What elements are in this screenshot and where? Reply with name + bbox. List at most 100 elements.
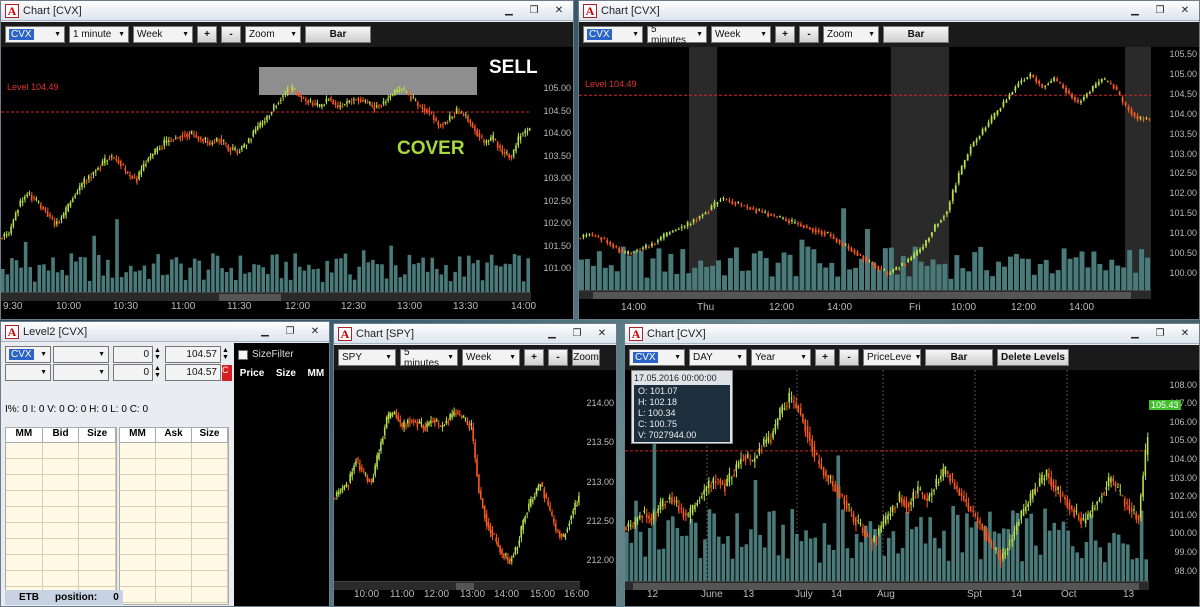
column-header[interactable]: Size <box>276 368 296 379</box>
table-row[interactable] <box>120 555 228 571</box>
horizontal-scrollbar[interactable] <box>1 292 531 301</box>
title-bar[interactable]: A Level2 [CVX] ▁ ❐ ✕ <box>1 322 329 342</box>
column-header[interactable]: Bid <box>43 428 80 442</box>
range-select[interactable]: Week ▼ <box>462 349 520 366</box>
horizontal-scrollbar[interactable] <box>334 581 580 590</box>
column-header[interactable]: MM <box>308 368 325 379</box>
zoom-in-button[interactable]: + <box>815 349 835 366</box>
ask-table[interactable]: MM Ask Size <box>119 427 229 605</box>
price-spinner-icon[interactable]: ▲ ▼ <box>222 347 229 361</box>
table-row[interactable] <box>6 523 117 539</box>
zoom-out-button[interactable]: - <box>221 26 241 43</box>
volume-field-1[interactable]: 0 <box>113 346 153 363</box>
symbol-select[interactable]: CVX ▼ <box>5 26 65 43</box>
table-row[interactable] <box>120 571 228 587</box>
scrollbar-thumb[interactable] <box>456 583 474 590</box>
maximize-icon[interactable]: ❐ <box>523 4 545 18</box>
table-row[interactable] <box>120 475 228 491</box>
close-icon[interactable]: ✕ <box>548 4 570 18</box>
zoom-button[interactable]: Zoom <box>572 349 600 366</box>
zoom-in-button[interactable]: + <box>775 26 795 43</box>
close-icon[interactable]: ✕ <box>304 325 326 339</box>
price-chart[interactable]: Level 104.49 105.00 104.50 104.00 103.50 103… <box>1 47 573 319</box>
volume-field-2[interactable]: 0 <box>113 364 153 381</box>
title-bar[interactable]: A Chart [CVX] ▁ ❐ ✕ <box>625 324 1199 344</box>
table-row[interactable] <box>120 539 228 555</box>
table-row[interactable] <box>6 475 117 491</box>
zoom-out-button[interactable]: - <box>799 26 819 43</box>
table-row[interactable] <box>6 555 117 571</box>
range-select[interactable]: Year ▼ <box>751 349 811 366</box>
maximize-icon[interactable]: ❐ <box>566 327 588 341</box>
interval-select[interactable]: 1 minute ▼ <box>69 26 129 43</box>
horizontal-scrollbar[interactable] <box>579 290 1151 299</box>
table-row[interactable] <box>6 507 117 523</box>
table-row[interactable] <box>120 523 228 539</box>
symbol-select[interactable]: CVX ▼ <box>629 349 685 366</box>
zoom-in-button[interactable]: + <box>197 26 217 43</box>
minimize-icon[interactable]: ▁ <box>541 327 563 341</box>
minimize-icon[interactable]: ▁ <box>254 325 276 339</box>
exchange-select[interactable]: ▼ <box>53 346 109 363</box>
table-row[interactable] <box>120 507 228 523</box>
sizefilter-checkbox[interactable] <box>238 350 248 360</box>
table-row[interactable] <box>120 491 228 507</box>
column-header[interactable]: Size <box>79 428 117 442</box>
symbol-select[interactable]: CVX ▼ <box>5 346 51 363</box>
table-row[interactable] <box>120 443 228 459</box>
scrollbar-thumb[interactable] <box>593 292 1131 299</box>
column-header[interactable]: Price <box>240 368 264 379</box>
table-row[interactable] <box>6 491 117 507</box>
close-icon[interactable]: ✕ <box>591 327 613 341</box>
column-header[interactable]: MM <box>120 428 156 442</box>
minimize-icon[interactable]: ▁ <box>1124 4 1146 18</box>
table-row[interactable] <box>6 443 117 459</box>
zoom-in-button[interactable]: + <box>524 349 544 366</box>
interval-select[interactable]: DAY ▼ <box>689 349 747 366</box>
title-bar[interactable]: A Chart [SPY] ▁ ❐ ✕ <box>334 324 616 344</box>
cancel-order-button[interactable]: C <box>222 365 232 381</box>
range-select[interactable]: Week ▼ <box>133 26 193 43</box>
interval-select[interactable]: 5 minutes ▼ <box>647 24 707 46</box>
maximize-icon[interactable]: ❐ <box>279 325 301 339</box>
price-level-select[interactable]: PriceLeve ▼ <box>863 349 921 366</box>
table-row[interactable] <box>6 539 117 555</box>
horizontal-scrollbar[interactable] <box>625 581 1149 590</box>
table-row[interactable] <box>120 459 228 475</box>
price-field-1[interactable]: 104.57 <box>165 346 221 363</box>
close-icon[interactable]: ✕ <box>1174 327 1196 341</box>
chart-type-button[interactable]: Bar <box>925 349 993 366</box>
price-chart[interactable]: Level 104.49 105.50 105.00 104.50 104.00 103… <box>579 47 1199 319</box>
price-field-2[interactable]: 104.57 <box>165 364 221 381</box>
chart-type-button[interactable]: Bar <box>305 26 371 43</box>
maximize-icon[interactable]: ❐ <box>1149 327 1171 341</box>
range-select[interactable]: Week ▼ <box>711 26 771 43</box>
table-row[interactable] <box>6 571 117 587</box>
price-chart[interactable]: 214.00 213.50 213.00 212.50 212.00 10:00 11:0… <box>334 370 616 606</box>
zoom-out-button[interactable]: - <box>548 349 568 366</box>
delete-levels-button[interactable]: Delete Levels <box>997 349 1069 366</box>
symbol-select[interactable]: CVX ▼ <box>583 26 643 43</box>
column-header[interactable]: MM <box>6 428 43 442</box>
title-bar[interactable]: A Chart [CVX] ▁ ❐ ✕ <box>1 1 573 21</box>
table-row[interactable] <box>120 587 228 603</box>
zoom-select[interactable]: Zoom ▼ <box>823 26 879 43</box>
zoom-select[interactable]: Zoom ▼ <box>245 26 301 43</box>
column-header[interactable]: Size <box>192 428 228 442</box>
minimize-icon[interactable]: ▁ <box>1124 327 1146 341</box>
zoom-out-button[interactable]: - <box>839 349 859 366</box>
account-select[interactable]: ▼ <box>53 364 109 381</box>
scrollbar-thumb[interactable] <box>633 583 1139 590</box>
chart-type-button[interactable]: Bar <box>883 26 949 43</box>
minimize-icon[interactable]: ▁ <box>498 4 520 18</box>
table-row[interactable] <box>6 459 117 475</box>
symbol-select[interactable]: SPY ▼ <box>338 349 396 366</box>
volume-spinner-icon[interactable]: ▲ ▼ <box>154 347 161 361</box>
maximize-icon[interactable]: ❐ <box>1149 4 1171 18</box>
price-chart[interactable]: 108.00 107.00 106.00 105.00 104.00 103.00 102.… <box>625 370 1199 606</box>
close-icon[interactable]: ✕ <box>1174 4 1196 18</box>
volume-spinner-icon[interactable]: ▲ ▼ <box>154 365 161 379</box>
route-select[interactable]: ▼ <box>5 364 51 381</box>
scrollbar-thumb[interactable] <box>219 294 281 301</box>
column-header[interactable]: Ask <box>156 428 192 442</box>
